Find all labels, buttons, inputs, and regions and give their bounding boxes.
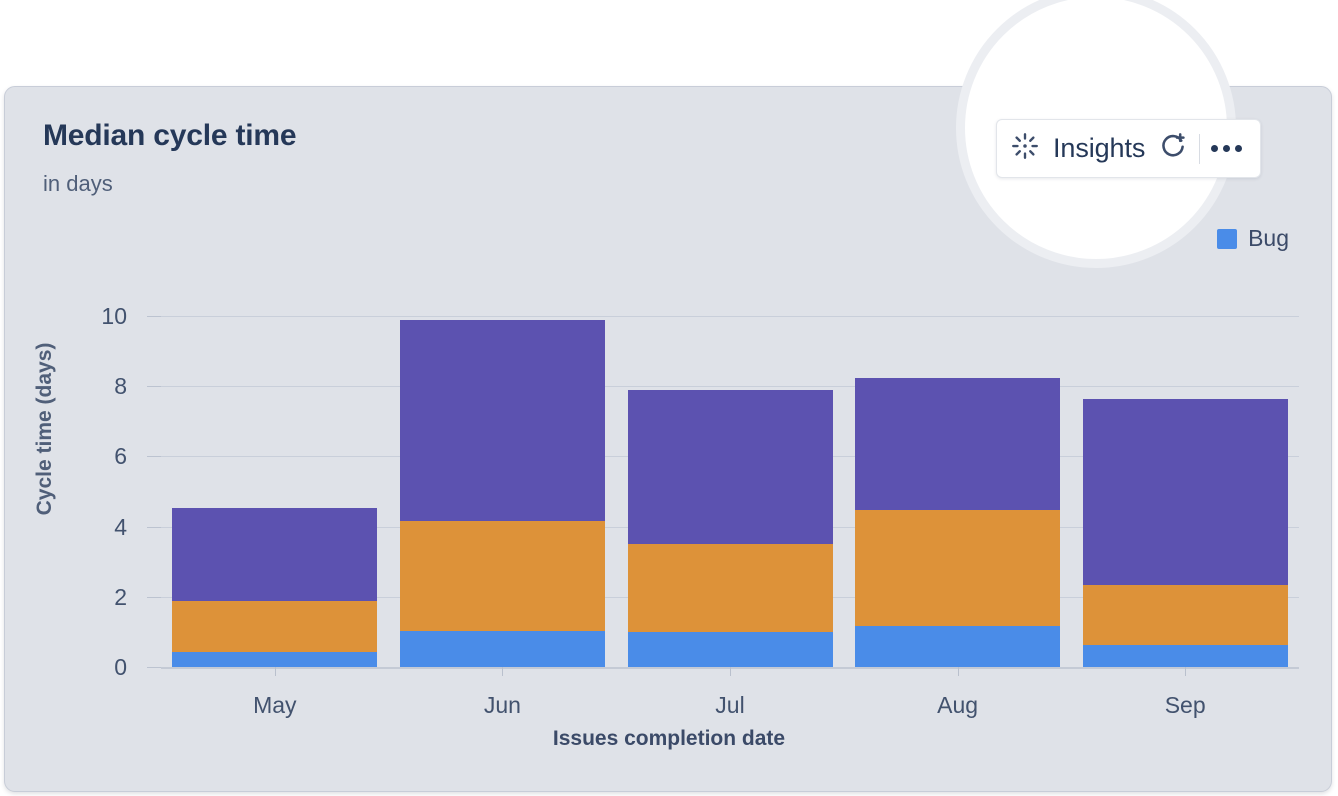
- bar-group-aug[interactable]: [855, 378, 1061, 667]
- more-options-icon: [1210, 145, 1242, 152]
- bar-segment[interactable]: [172, 508, 378, 601]
- refresh-add-icon: [1157, 130, 1189, 167]
- bar-segment[interactable]: [399, 320, 605, 521]
- bar-segment[interactable]: [627, 631, 833, 667]
- sparkle-burst-icon: [1010, 131, 1040, 166]
- insights-button-label: Insights: [1053, 133, 1146, 163]
- screenshot-root: Median cycle time in days Bug Cycle time…: [0, 0, 1338, 796]
- x-tick-label: Jul: [715, 692, 745, 718]
- bar-segment[interactable]: [399, 520, 605, 631]
- bar-segment[interactable]: [1082, 644, 1288, 667]
- x-tick-label: Jun: [483, 692, 521, 718]
- x-tick-label: Sep: [1164, 692, 1206, 718]
- x-tick-mark: [274, 667, 276, 676]
- refresh-add-button[interactable]: [1153, 129, 1193, 169]
- x-tick-label: Aug: [937, 692, 979, 718]
- bar-segment[interactable]: [627, 543, 833, 632]
- bar-group-jun[interactable]: [399, 320, 605, 667]
- toolbar-divider: [1199, 133, 1201, 164]
- bar-segment[interactable]: [172, 651, 378, 667]
- bar-segment[interactable]: [172, 600, 378, 652]
- bar-segment[interactable]: [1082, 398, 1288, 585]
- x-tick-mark: [502, 667, 504, 676]
- bar-segment[interactable]: [855, 625, 1061, 667]
- x-tick-label: May: [253, 692, 297, 718]
- bar-group-may[interactable]: [172, 508, 378, 667]
- x-tick-mark: [957, 667, 959, 676]
- bar-segment[interactable]: [1082, 584, 1288, 645]
- x-tick-mark: [730, 667, 731, 676]
- bar-group-jul[interactable]: [627, 390, 833, 667]
- more-options-button[interactable]: [1206, 129, 1246, 169]
- bar-segment[interactable]: [399, 630, 605, 667]
- bar-segment[interactable]: [855, 510, 1061, 626]
- bar-group-sep[interactable]: [1082, 398, 1288, 667]
- insights-toolbar: Insights: [996, 119, 1262, 178]
- x-axis-title: Issues completion date: [552, 727, 786, 750]
- bar-segment[interactable]: [855, 378, 1061, 511]
- x-tick-mark: [1185, 667, 1187, 676]
- insights-button[interactable]: Insights: [1010, 120, 1153, 177]
- bar-segment[interactable]: [627, 390, 833, 544]
